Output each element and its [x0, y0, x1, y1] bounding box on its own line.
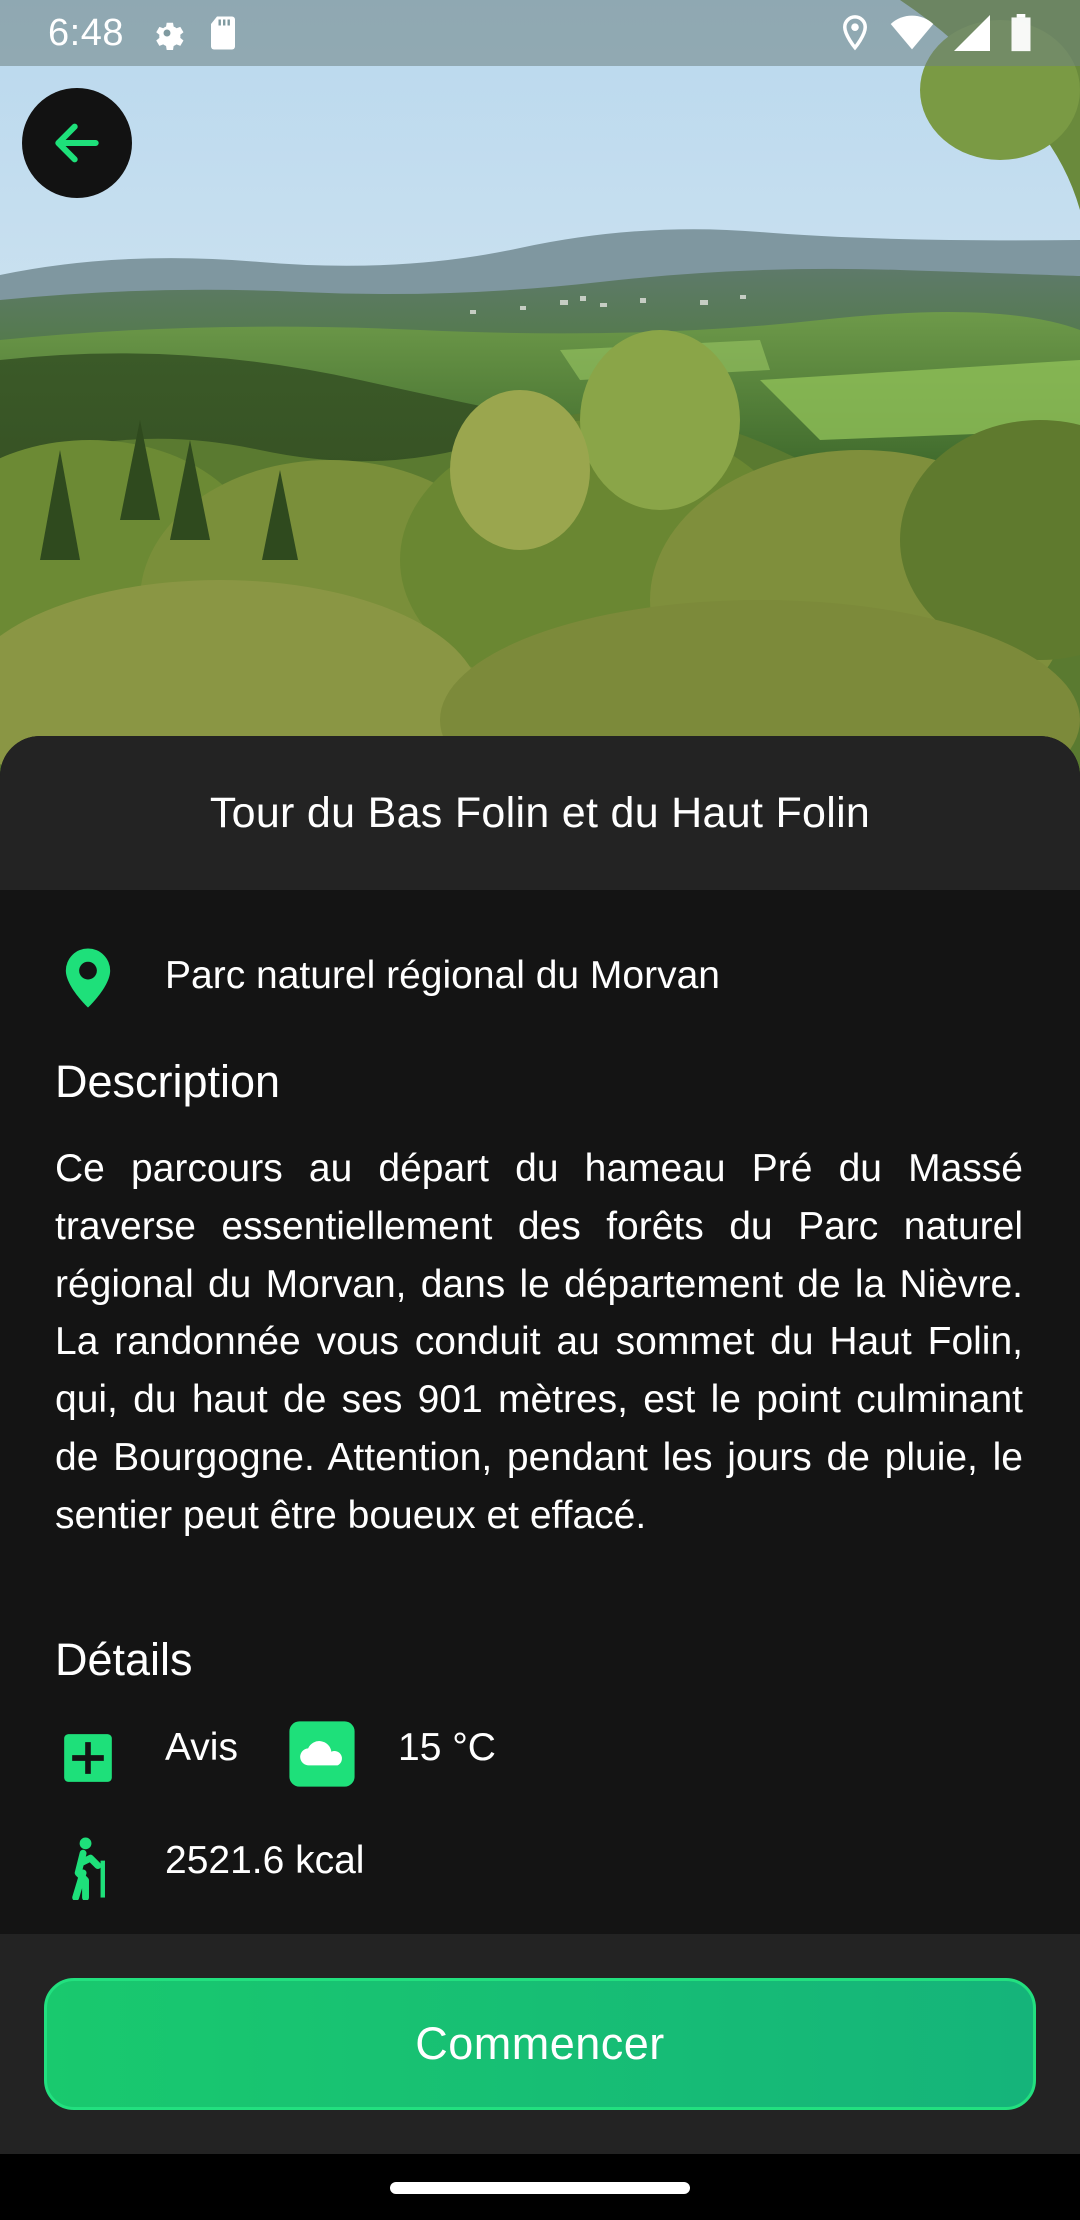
add-review-button[interactable]	[62, 1732, 114, 1784]
temperature-value: 15 °C	[398, 1726, 496, 1769]
status-time: 6:48	[48, 11, 124, 54]
description-text: Ce parcours au départ du hameau Pré du M…	[55, 1147, 1023, 1537]
battery-icon	[1011, 14, 1031, 52]
hiking-icon	[72, 1837, 105, 1901]
sd-card-icon	[210, 16, 235, 50]
cloud-icon	[289, 1721, 355, 1787]
details-heading: Détails	[55, 1634, 193, 1685]
back-button[interactable]	[22, 88, 132, 198]
weather-badge	[288, 1720, 356, 1788]
add-box-icon	[64, 1734, 112, 1782]
start-button[interactable]: Commencer	[44, 1978, 1036, 2110]
location-label: Parc naturel régional du Morvan	[165, 954, 720, 997]
home-gesture-handle[interactable]	[390, 2182, 690, 2194]
hiker-badge	[62, 1836, 114, 1901]
map-pin-icon	[65, 948, 111, 1008]
landscape-image	[0, 0, 1080, 780]
location-icon	[843, 15, 867, 51]
description-heading: Description	[55, 1056, 281, 1107]
start-button-label: Commencer	[415, 2018, 665, 2069]
status-bar: 6:48	[0, 0, 1080, 66]
calories-value: 2521.6 kcal	[165, 1839, 365, 1882]
title-bar: Tour du Bas Folin et du Haut Folin	[0, 736, 1080, 890]
settings-icon	[156, 22, 184, 50]
bottom-action-bar: Commencer	[0, 1934, 1080, 2154]
location-row: Parc naturel régional du Morvan	[0, 936, 1080, 1016]
signal-icon	[954, 15, 990, 51]
wifi-icon	[890, 15, 934, 50]
trail-title: Tour du Bas Folin et du Haut Folin	[209, 788, 871, 837]
trail-photo	[0, 0, 1080, 780]
arrow-back-icon	[55, 123, 99, 163]
system-navigation-bar	[0, 2154, 1080, 2220]
review-label[interactable]: Avis	[165, 1726, 238, 1770]
